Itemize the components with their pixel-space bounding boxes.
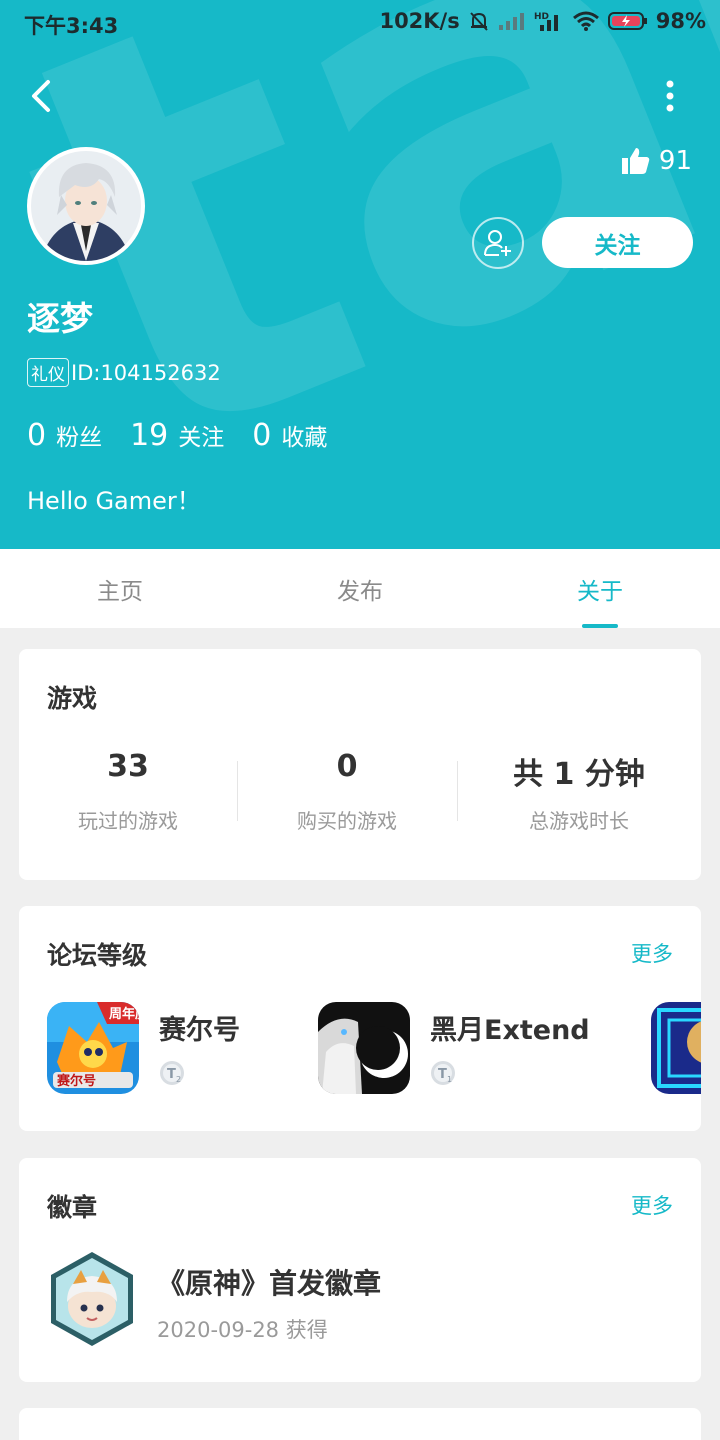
svg-text:1: 1 — [447, 1075, 452, 1084]
add-friend-button[interactable] — [472, 217, 524, 269]
battery-level: 98% — [655, 9, 706, 33]
next-card-partial — [19, 1408, 701, 1440]
profile-tabs: 主页 发布 关于 — [0, 549, 720, 628]
more-menu-button[interactable] — [656, 78, 684, 114]
avatar[interactable] — [27, 147, 145, 265]
svg-text:T: T — [438, 1067, 447, 1082]
hd-signal-icon: HD — [534, 10, 564, 32]
badge-card: 徽章 更多 《原神》首发徽章 2020-09-28 获得 — [19, 1158, 701, 1382]
partial-game-icon — [651, 1002, 701, 1094]
stat-following[interactable]: 19 关注 — [130, 418, 224, 453]
total-playtime-value: 共 1 分钟 — [513, 757, 645, 792]
signal-icon — [498, 11, 526, 31]
card-title: 论坛等级 — [47, 941, 148, 970]
username: 逐梦 — [27, 299, 93, 338]
stat-fans[interactable]: 0 粉丝 — [27, 418, 102, 453]
avatar-image — [31, 151, 141, 261]
black-moon-game-icon — [318, 1002, 410, 1094]
tab-about[interactable]: 关于 — [480, 549, 720, 628]
back-button[interactable] — [24, 74, 64, 118]
status-bar: 下午3:43 102K/s HD 98% — [0, 0, 720, 44]
net-speed: 102K/s — [379, 9, 460, 33]
battery-icon — [607, 11, 648, 31]
badge-name: 《原神》首发徽章 — [157, 1267, 382, 1300]
status-time: 下午3:43 — [24, 14, 119, 38]
stat-value: 0 — [27, 418, 47, 453]
stat-label: 收藏 — [281, 425, 328, 451]
like-count: 91 — [658, 146, 692, 176]
more-link[interactable]: 更多 — [631, 1190, 673, 1220]
games-card: 游戏 33 玩过的游戏 0 购买的游戏 共 1 分钟 总游戏时长 — [19, 649, 701, 880]
played-games-value: 33 — [107, 749, 149, 784]
user-id: ID:104152632 — [71, 360, 221, 385]
forum-item-partial[interactable] — [651, 1002, 701, 1094]
tab-posts[interactable]: 发布 — [240, 549, 480, 628]
svg-text:2: 2 — [176, 1075, 181, 1084]
total-playtime[interactable]: 共 1 分钟 总游戏时长 — [457, 749, 701, 834]
card-title: 游戏 — [47, 684, 98, 713]
profile-stats: 0 粉丝 19 关注 0 收藏 — [27, 418, 355, 453]
profile-header: tap 下午3:43 102K/s HD 98% 91 关注 逐梦 礼仪 ID:… — [0, 0, 720, 549]
stat-value: 0 — [252, 418, 272, 453]
seer-game-icon: 周年庆 赛尔号 — [47, 1002, 139, 1094]
etiquette-tag: 礼仪 — [27, 358, 69, 387]
forum-item-seer[interactable]: 周年庆 赛尔号 赛尔号 T2 — [47, 1002, 307, 1094]
wifi-icon — [572, 10, 600, 32]
level-t1-icon: T1 — [430, 1060, 456, 1086]
forum-name: 赛尔号 — [159, 1015, 240, 1046]
forum-name: 黑月Extend — [430, 1015, 590, 1046]
tab-home[interactable]: 主页 — [0, 549, 240, 628]
follow-button[interactable]: 关注 — [542, 217, 693, 268]
played-games-label: 玩过的游戏 — [78, 809, 178, 833]
played-games[interactable]: 33 玩过的游戏 — [19, 749, 237, 834]
genshin-badge-icon[interactable] — [47, 1250, 137, 1348]
more-link[interactable]: 更多 — [631, 938, 673, 968]
anniversary-banner: 周年庆 — [109, 1006, 139, 1022]
add-user-icon — [484, 230, 511, 256]
svg-text:HD: HD — [534, 12, 549, 22]
mute-bell-icon — [468, 10, 490, 32]
thumbs-up-icon — [621, 148, 650, 174]
bio-text: Hello Gamer！ — [27, 487, 201, 515]
purchased-games[interactable]: 0 购买的游戏 — [237, 749, 457, 834]
total-playtime-label: 总游戏时长 — [529, 809, 629, 833]
stat-label: 粉丝 — [56, 425, 103, 451]
level-t2-icon: T2 — [159, 1060, 185, 1086]
status-right: 102K/s HD 98% — [379, 9, 706, 33]
like-counter[interactable]: 91 — [621, 146, 692, 176]
card-title: 徽章 — [47, 1193, 98, 1222]
stat-value: 19 — [130, 418, 169, 453]
purchased-games-label: 购买的游戏 — [297, 809, 397, 833]
forum-item-black-moon[interactable]: 黑月Extend T1 — [318, 1002, 618, 1094]
watermark-logo: tap — [0, 0, 720, 549]
stat-favorites[interactable]: 0 收藏 — [252, 418, 327, 453]
tab-indicator — [582, 624, 618, 628]
stat-label: 关注 — [178, 425, 225, 451]
badge-date: 2020-09-28 获得 — [157, 1318, 328, 1342]
purchased-games-value: 0 — [336, 749, 358, 784]
user-id-row: 礼仪 ID:104152632 — [27, 358, 221, 387]
svg-text:T: T — [167, 1067, 176, 1082]
svg-text:赛尔号: 赛尔号 — [56, 1073, 96, 1089]
games-stats: 33 玩过的游戏 0 购买的游戏 共 1 分钟 总游戏时长 — [19, 749, 701, 839]
forum-level-card: 论坛等级 更多 周年庆 赛尔号 赛尔号 T2 — [19, 906, 701, 1131]
